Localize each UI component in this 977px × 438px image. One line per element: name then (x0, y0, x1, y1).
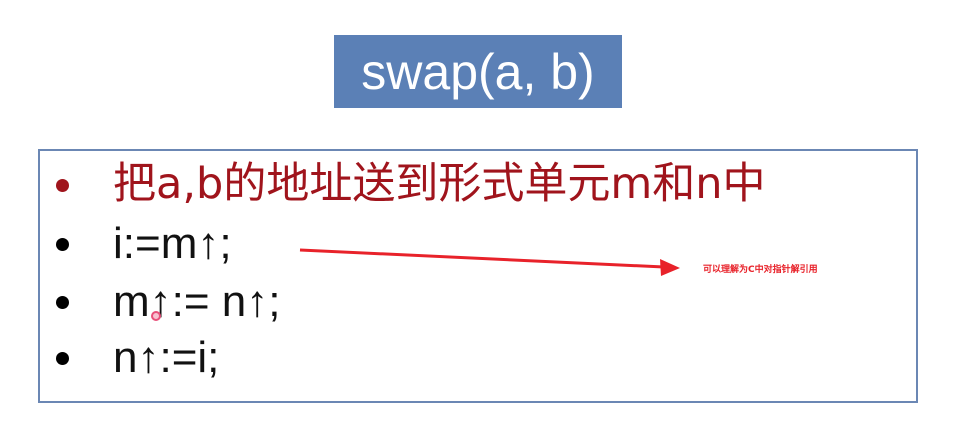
bullet-dot-4 (56, 352, 69, 365)
bullet-dot-2 (56, 238, 69, 251)
slide-title: swap(a, b) (361, 43, 595, 100)
title-banner: swap(a, b) (334, 35, 622, 108)
annotation-note: 可以理解为C中对指针解引用 (703, 265, 818, 275)
bullet-dot-3 (56, 296, 69, 309)
bullet-text-1: 把a,b的地址送到形式单元m和n中 (113, 159, 766, 209)
pointer-marker (151, 311, 161, 321)
bullet-text-4: n↑:=i; (113, 333, 220, 382)
bullet-text-3: m↑:= n↑; (113, 277, 281, 326)
slide: swap(a, b) 把a,b的地址送到形式单元m和n中 i:=m↑; m↑:=… (0, 0, 977, 438)
bullet-dot-1 (56, 179, 69, 192)
bullet-text-2: i:=m↑; (113, 219, 232, 268)
